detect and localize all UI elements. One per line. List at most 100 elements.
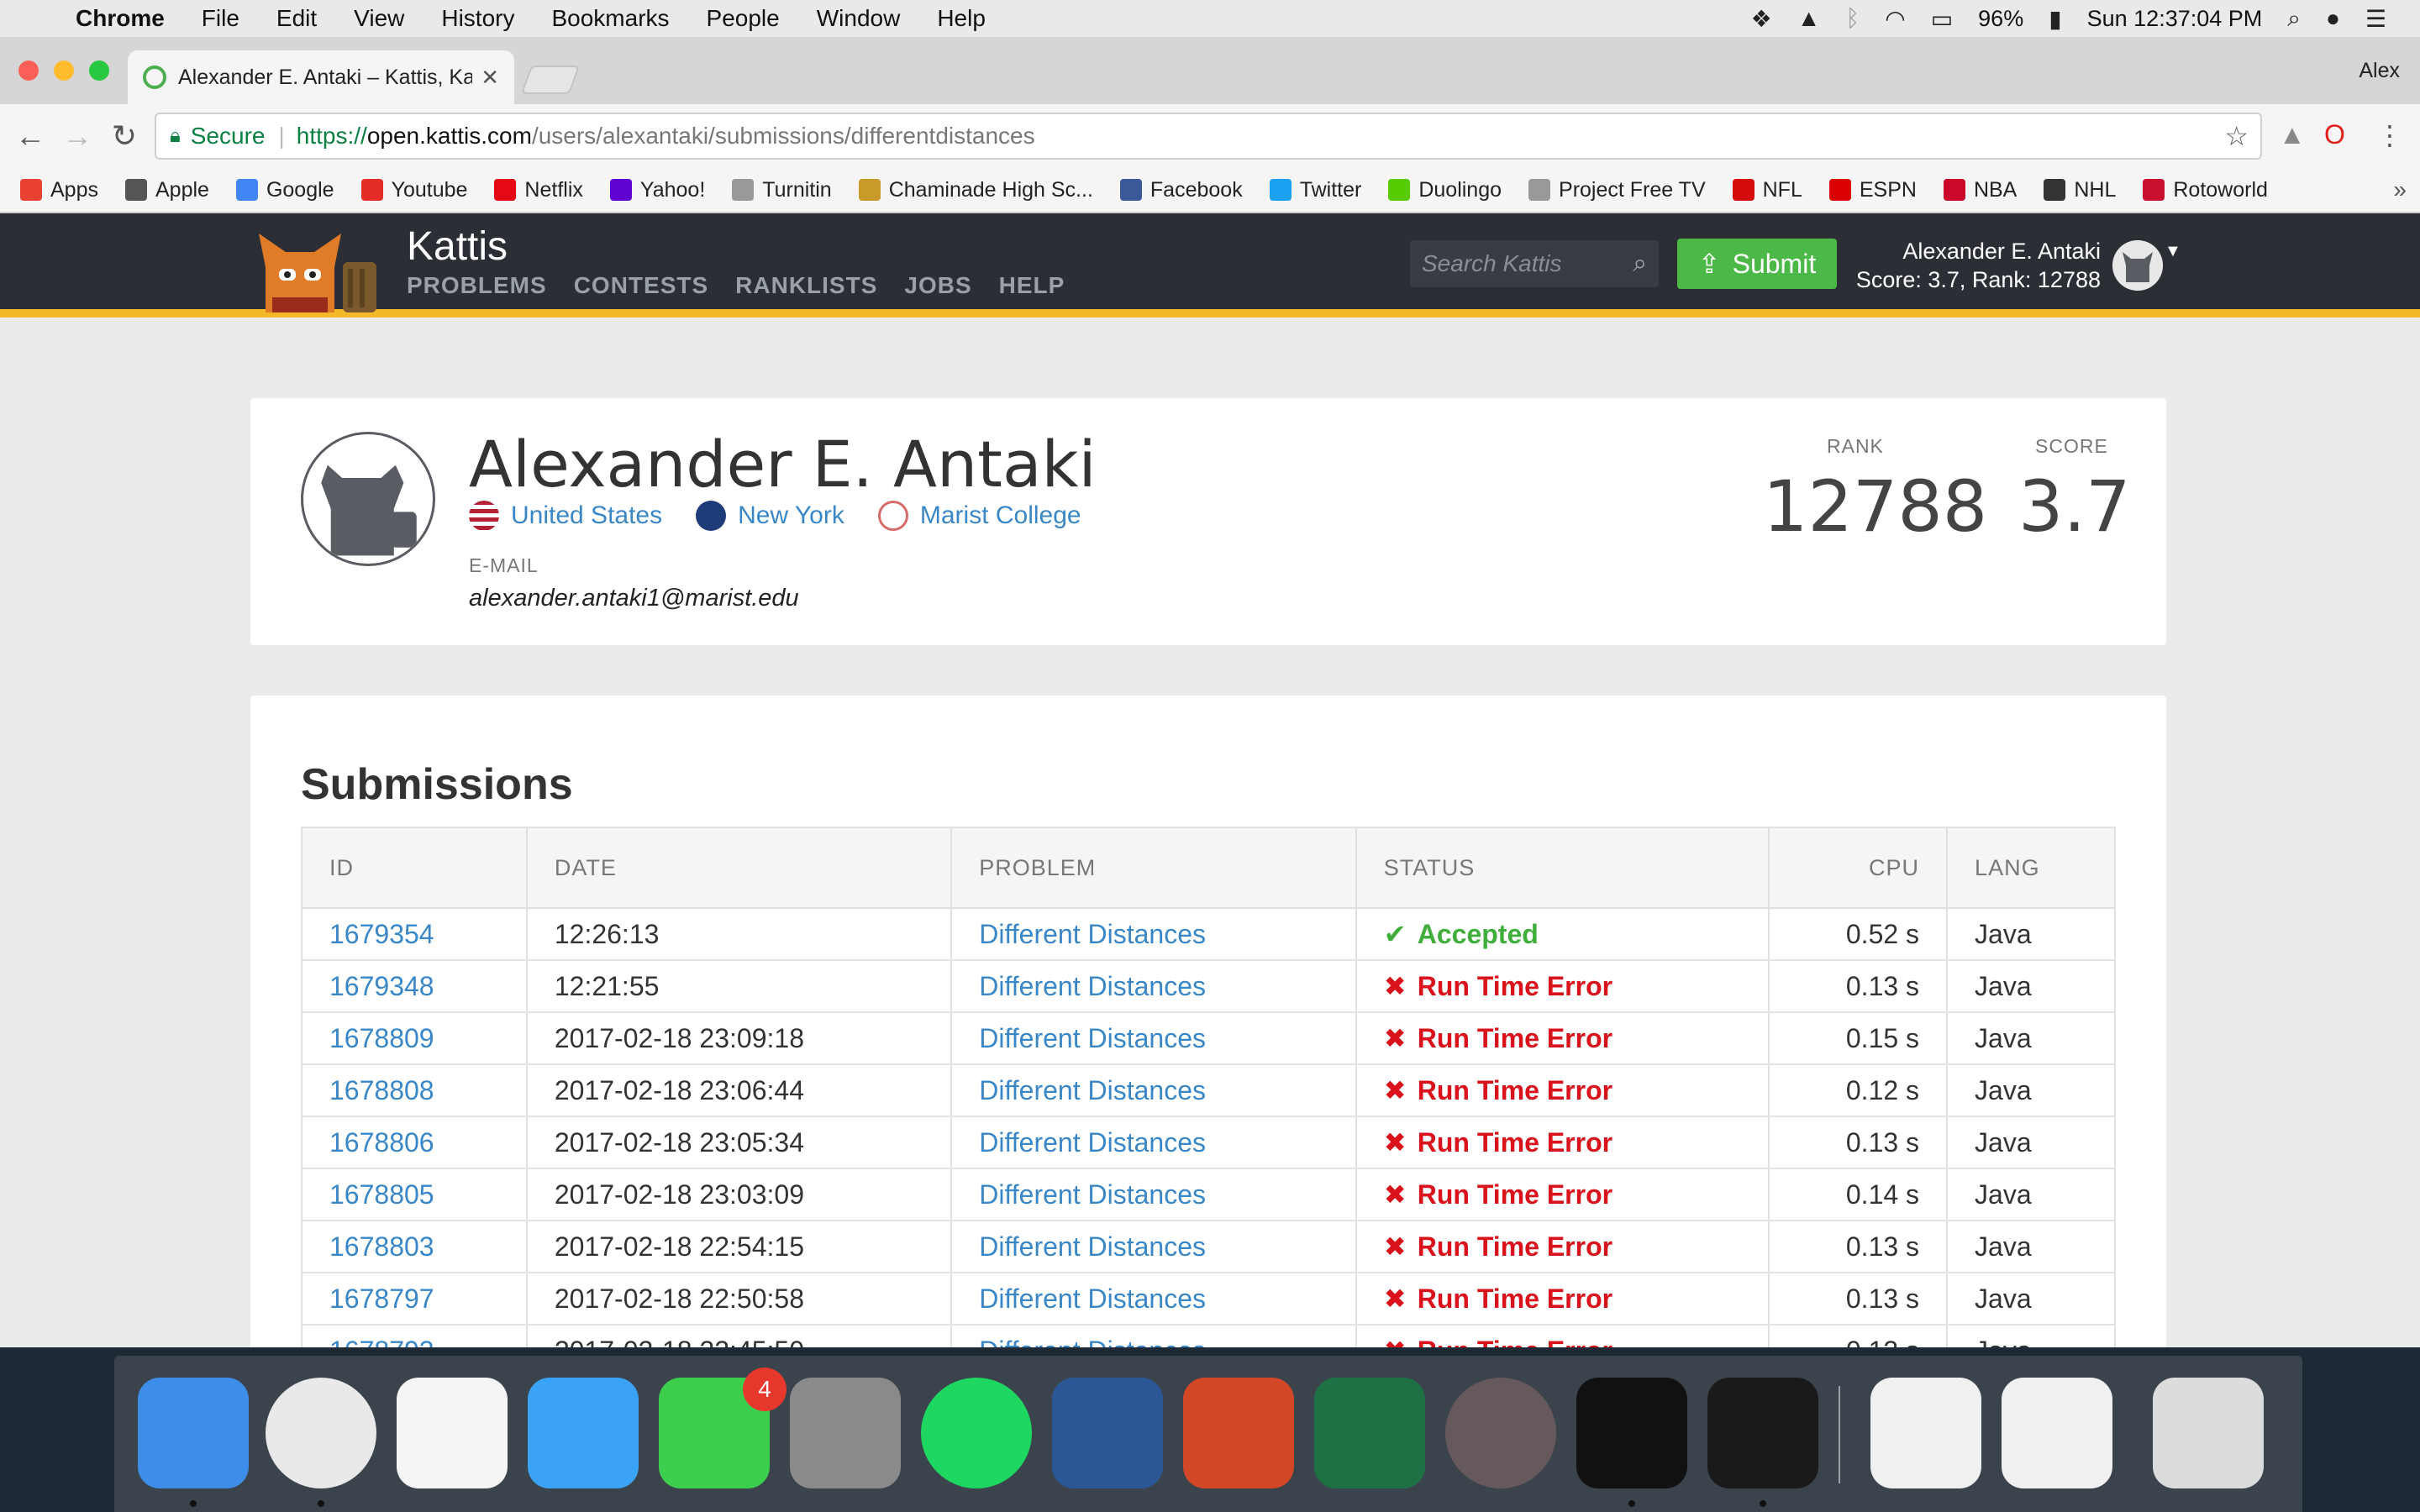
chrome-icon[interactable] (266, 1378, 376, 1488)
bookmark-item[interactable]: Turnitin (732, 178, 832, 202)
bookmark-item[interactable]: Youtube (360, 178, 467, 202)
submission-id-link[interactable]: 1678803 (301, 1221, 528, 1273)
search-icon[interactable]: ⌕ (1633, 249, 1647, 278)
bookmark-item[interactable]: Apps (20, 178, 98, 202)
atom-icon[interactable] (1445, 1378, 1556, 1488)
chrome-profile-name[interactable]: Alex (2359, 59, 2400, 83)
chrome-menu-icon[interactable]: ⋮ (2376, 119, 2403, 151)
excel-icon[interactable] (1314, 1378, 1425, 1488)
system-preferences-icon[interactable] (790, 1378, 901, 1488)
browser-tab-active[interactable]: Alexander E. Antaki – Kattis, Ka ✕ (128, 50, 514, 104)
bookmark-item[interactable]: NFL (1732, 178, 1802, 202)
bookmark-item[interactable]: NHL (2044, 178, 2116, 202)
messages-icon[interactable] (528, 1378, 639, 1488)
bookmark-item[interactable]: NBA (1943, 178, 2017, 202)
bookmark-item[interactable]: Chaminade High Sc... (858, 178, 1093, 202)
menu-app-name[interactable]: Chrome (76, 5, 165, 32)
forward-arrow-icon[interactable]: → (54, 118, 101, 154)
tab-close-icon[interactable]: ✕ (481, 65, 499, 91)
problem-link[interactable]: Different Distances (950, 1325, 1357, 1347)
problem-link[interactable]: Different Distances (950, 1064, 1357, 1117)
intellij-icon[interactable] (1576, 1378, 1687, 1488)
spotlight-search-icon[interactable]: ⌕ (2287, 5, 2301, 33)
nav-contests[interactable]: CONTESTS (574, 272, 708, 299)
menu-edit[interactable]: Edit (276, 5, 317, 32)
affiliation-state[interactable]: New York (696, 501, 844, 531)
submission-id-link[interactable]: 1678805 (301, 1168, 528, 1221)
chrome-window-thumb-2[interactable] (2002, 1378, 2112, 1488)
lock-icon[interactable]: 🔒︎ (170, 124, 181, 148)
bookmark-item[interactable]: Facebook (1119, 178, 1243, 202)
bookmark-item[interactable]: ESPN (1828, 178, 1917, 202)
problem-link[interactable]: Different Distances (950, 1221, 1357, 1273)
google-drive-extension-icon[interactable]: ▲ (2279, 119, 2306, 150)
bookmarks-overflow-icon[interactable]: » (2393, 176, 2407, 203)
user-avatar-icon[interactable] (2112, 240, 2163, 291)
affiliation-country[interactable]: United States (469, 501, 662, 531)
notification-center-icon[interactable]: ☰ (2365, 5, 2386, 33)
problem-link[interactable]: Different Distances (950, 1168, 1357, 1221)
bookmark-item[interactable]: Duolingo (1388, 178, 1502, 202)
submission-id-link[interactable]: 1679354 (301, 908, 528, 961)
chrome-window-thumb-1[interactable] (1870, 1378, 1981, 1488)
submission-id-link[interactable]: 1678808 (301, 1064, 528, 1117)
menu-people[interactable]: People (707, 5, 780, 32)
problem-link[interactable]: Different Distances (950, 1116, 1357, 1169)
kattis-search-input[interactable]: Search Kattis ⌕ (1410, 240, 1659, 287)
google-drive-icon[interactable]: ▲ (1797, 5, 1821, 32)
nav-jobs[interactable]: JOBS (904, 272, 971, 299)
bookmark-item[interactable]: Netflix (494, 178, 583, 202)
bookmark-item[interactable]: Twitter (1269, 178, 1361, 202)
menu-bookmarks[interactable]: Bookmarks (551, 5, 669, 32)
menu-window[interactable]: Window (817, 5, 901, 32)
dropbox-icon[interactable]: ❖ (1751, 5, 1772, 33)
user-menu[interactable]: Alexander E. Antaki Score: 3.7, Rank: 12… (1852, 237, 2101, 294)
bookmark-star-icon[interactable]: ☆ (2224, 120, 2249, 152)
opera-extension-icon[interactable]: O (2324, 119, 2345, 150)
address-bar[interactable]: 🔒︎ Secure | https:// open.kattis.com /us… (155, 113, 2262, 160)
user-menu-caret-icon[interactable]: ▼ (2165, 242, 2181, 261)
problem-link[interactable]: Different Distances (950, 908, 1357, 961)
problem-link[interactable]: Different Distances (950, 960, 1357, 1013)
siri-icon[interactable]: ● (2326, 5, 2340, 32)
new-tab-button[interactable] (520, 66, 581, 94)
submission-id-link[interactable]: 1679348 (301, 960, 528, 1013)
wifi-icon[interactable]: ◠ (1885, 5, 1905, 33)
submission-id-link[interactable]: 1678797 (301, 1273, 528, 1326)
maximize-window-icon[interactable] (89, 60, 109, 81)
bookmark-item[interactable]: Google (235, 178, 334, 202)
spotify-icon[interactable] (921, 1378, 1032, 1488)
minimize-window-icon[interactable] (54, 60, 74, 81)
kattis-brand[interactable]: Kattis (407, 223, 508, 270)
finder-icon[interactable] (138, 1378, 249, 1488)
photos-icon[interactable] (397, 1378, 508, 1488)
bookmark-item[interactable]: Yahoo! (609, 178, 705, 202)
kattis-logo-icon[interactable] (249, 225, 385, 312)
nav-ranklists[interactable]: RANKLISTS (735, 272, 877, 299)
submit-button[interactable]: ⇪ Submit (1677, 239, 1837, 289)
menu-help[interactable]: Help (937, 5, 986, 32)
reload-icon[interactable]: ↻ (101, 118, 148, 154)
close-window-icon[interactable] (18, 60, 39, 81)
submission-id-link[interactable]: 1678809 (301, 1012, 528, 1065)
bookmark-item[interactable]: Rotoworld (2143, 178, 2268, 202)
problem-link[interactable]: Different Distances (950, 1273, 1357, 1326)
powerpoint-icon[interactable] (1183, 1378, 1294, 1488)
menubar-clock[interactable]: Sun 12:37:04 PM (2087, 6, 2263, 32)
bookmark-item[interactable]: Project Free TV (1528, 178, 1706, 202)
submission-id-link[interactable]: 1678793 (301, 1325, 528, 1347)
problem-link[interactable]: Different Distances (950, 1012, 1357, 1065)
airplay-icon[interactable]: ▭ (1931, 5, 1953, 33)
trash-icon[interactable] (2153, 1378, 2264, 1488)
word-icon[interactable] (1052, 1378, 1163, 1488)
back-arrow-icon[interactable]: ← (7, 118, 54, 154)
menu-file[interactable]: File (202, 5, 239, 32)
menu-view[interactable]: View (354, 5, 404, 32)
battery-icon[interactable]: ▮ (2049, 5, 2061, 33)
bluetooth-icon[interactable]: ᛒ (1845, 5, 1860, 32)
submission-id-link[interactable]: 1678806 (301, 1116, 528, 1169)
terminal-icon[interactable] (1707, 1378, 1818, 1488)
nav-help[interactable]: HELP (999, 272, 1065, 299)
affiliation-school[interactable]: Marist College (877, 501, 1081, 531)
menu-history[interactable]: History (441, 5, 514, 32)
